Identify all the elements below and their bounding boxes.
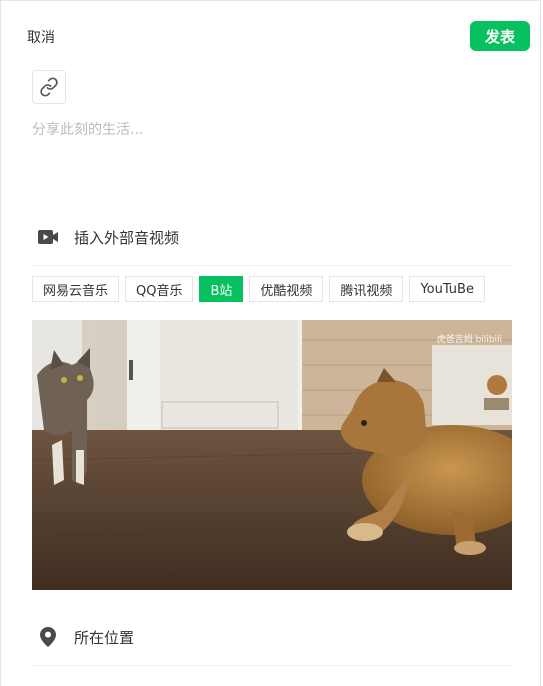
insert-media-row[interactable]: 插入外部音视频 bbox=[32, 209, 512, 266]
tab-youtube[interactable]: YouTuBe bbox=[409, 276, 485, 302]
video-icon bbox=[37, 226, 59, 248]
tab-netease-music[interactable]: 网易云音乐 bbox=[32, 276, 120, 302]
compose-panel: 取消 发表 插入外部音视频 网易云音乐 QQ音乐 B站 优酷视频 腾讯视频 Yo… bbox=[0, 0, 541, 686]
post-text-input[interactable] bbox=[32, 119, 512, 199]
video-watermark: 虎爸吉姆 bilibili bbox=[436, 335, 502, 345]
cancel-button[interactable]: 取消 bbox=[27, 27, 55, 47]
tab-bilibili[interactable]: B站 bbox=[199, 276, 244, 302]
insert-media-label: 插入外部音视频 bbox=[74, 228, 180, 247]
publish-button[interactable]: 发表 bbox=[470, 21, 530, 51]
location-pin-icon bbox=[37, 626, 59, 648]
tab-qq-music[interactable]: QQ音乐 bbox=[125, 276, 194, 302]
tab-youku[interactable]: 优酷视频 bbox=[249, 276, 324, 302]
link-icon bbox=[40, 77, 58, 97]
location-label: 所在位置 bbox=[74, 628, 135, 647]
tab-tencent-video[interactable]: 腾讯视频 bbox=[329, 276, 404, 302]
source-tabs: 网易云音乐 QQ音乐 B站 优酷视频 腾讯视频 YouTuBe bbox=[32, 276, 485, 302]
top-bar: 取消 发表 bbox=[1, 1, 540, 73]
link-button[interactable] bbox=[32, 70, 66, 104]
video-preview[interactable]: 虎爸吉姆 bilibili bbox=[32, 320, 512, 590]
location-row[interactable]: 所在位置 bbox=[32, 609, 512, 666]
video-thumbnail bbox=[32, 320, 512, 590]
